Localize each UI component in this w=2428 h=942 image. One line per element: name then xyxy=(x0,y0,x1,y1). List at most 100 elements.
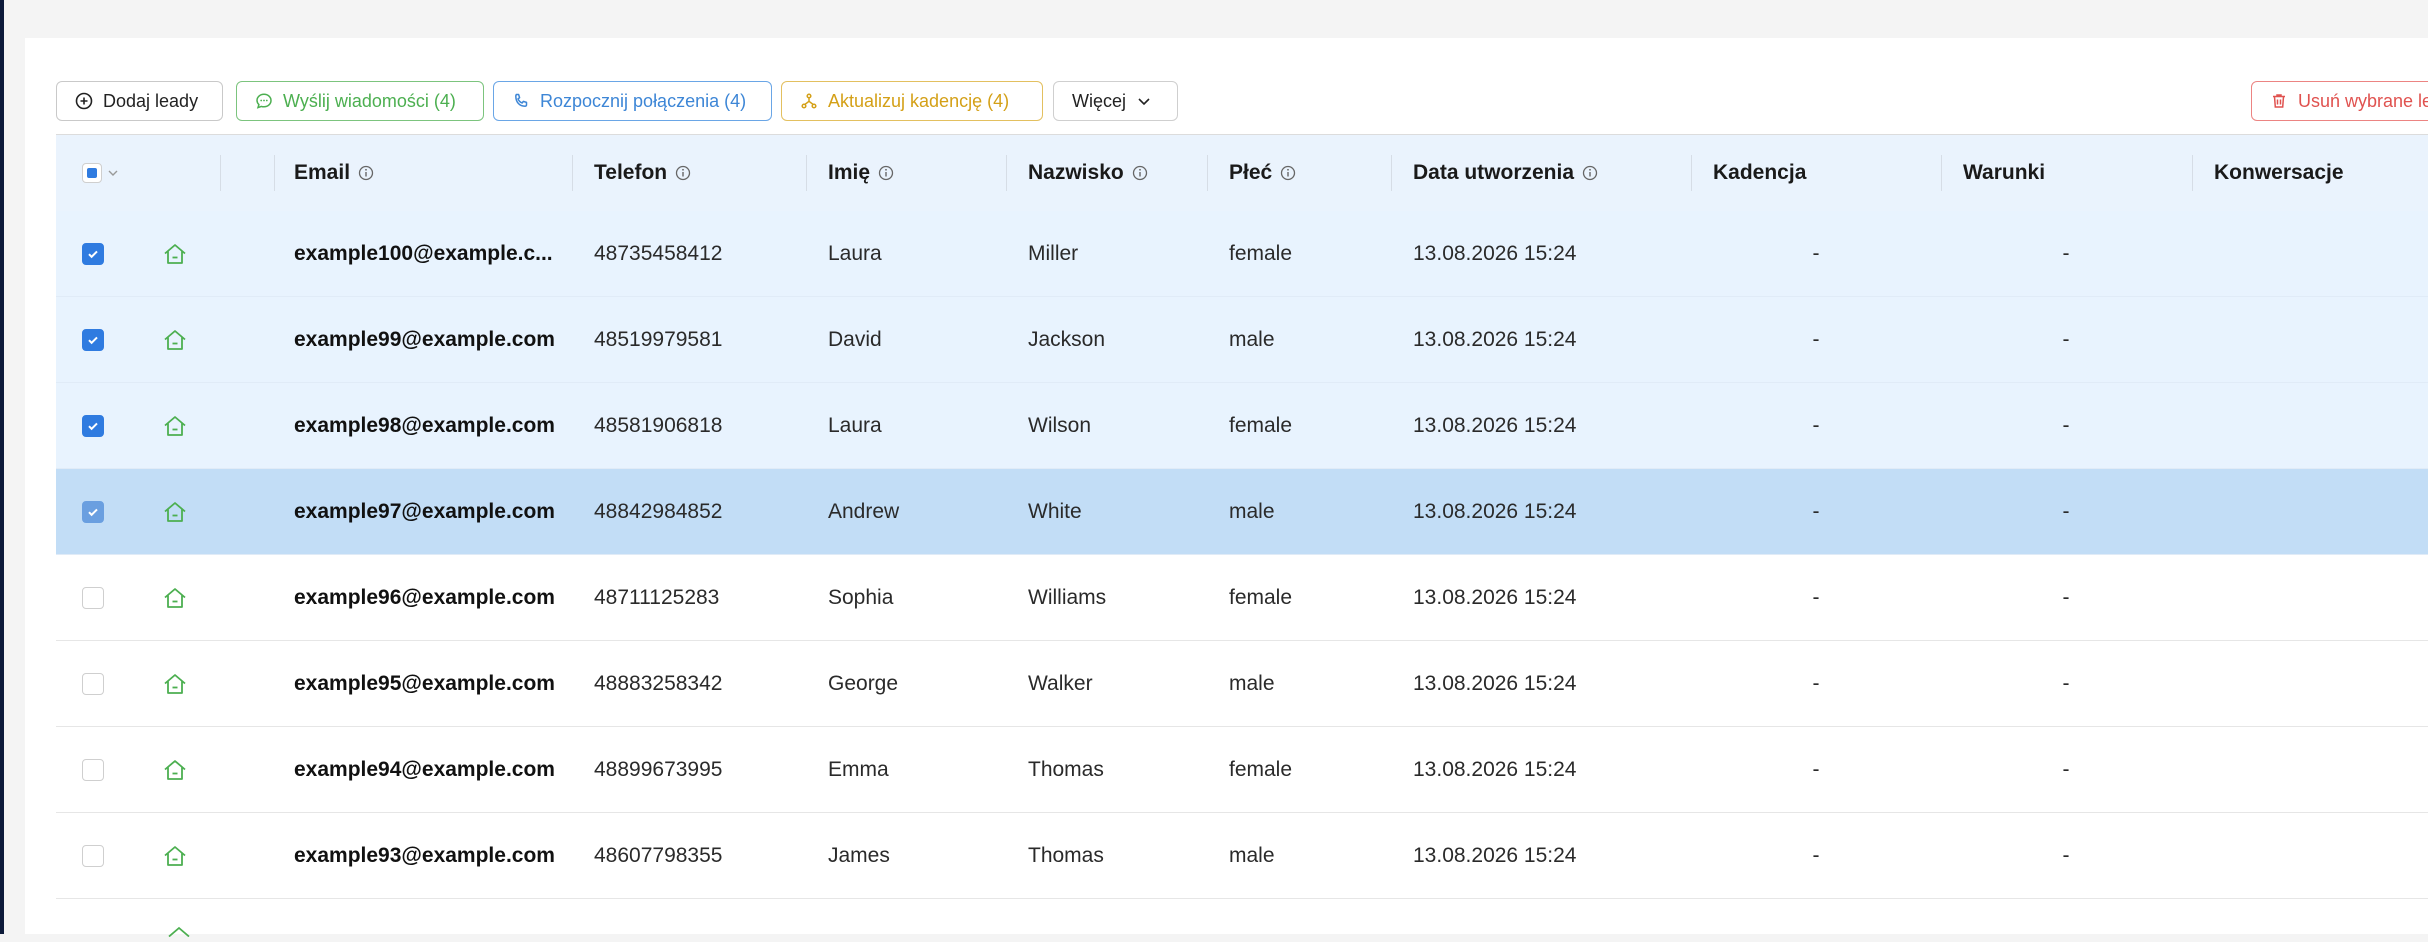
created-cell: 13.08.2026 15:24 xyxy=(1413,242,1577,265)
cadence-cell: - xyxy=(1812,586,1820,609)
table-row[interactable]: example97@example.com 48842984852 Andrew… xyxy=(56,469,2428,555)
email-cell[interactable]: example96@example.com xyxy=(294,555,555,641)
row-checkbox-checked[interactable] xyxy=(82,329,104,351)
created-cell: 13.08.2026 15:24 xyxy=(1413,844,1577,867)
row-checkbox[interactable] xyxy=(82,845,104,867)
home-icon xyxy=(162,641,188,727)
created-cell: 13.08.2026 15:24 xyxy=(1413,672,1577,695)
row-checkbox[interactable] xyxy=(82,759,104,781)
gender-cell: female xyxy=(1229,586,1293,609)
column-header-first-name[interactable]: Imię xyxy=(828,135,894,211)
phone-icon xyxy=(515,93,528,107)
column-header-gender[interactable]: Płeć xyxy=(1229,135,1296,211)
info-icon[interactable] xyxy=(1582,165,1598,181)
update-cadence-label: Aktualizuj kadencję (4) xyxy=(828,90,1010,111)
table-row-partial xyxy=(56,902,2428,938)
email-cell[interactable]: example97@example.com xyxy=(294,469,555,555)
row-checkbox-cell[interactable] xyxy=(82,641,104,727)
conditions-cell: - xyxy=(2062,242,2070,265)
row-checkbox[interactable] xyxy=(82,673,104,695)
more-actions-dropdown[interactable]: Więcej xyxy=(1053,81,1178,121)
column-separator xyxy=(2192,155,2193,191)
last-name-cell: White xyxy=(1028,500,1082,523)
info-icon[interactable] xyxy=(675,165,691,181)
row-checkbox-cell[interactable] xyxy=(82,555,104,641)
update-cadence-button[interactable]: Aktualizuj kadencję (4) xyxy=(781,81,1043,121)
gender-cell: male xyxy=(1229,672,1275,695)
cadence-cell: - xyxy=(1812,414,1820,437)
more-label: Więcej xyxy=(1072,90,1127,111)
last-name-cell: Williams xyxy=(1028,586,1107,609)
created-cell: 13.08.2026 15:24 xyxy=(1413,328,1577,351)
conditions-cell: - xyxy=(2062,500,2070,523)
cadence-cell: - xyxy=(1812,758,1820,781)
start-calls-button[interactable]: Rozpocznij połączenia (4) xyxy=(493,81,772,121)
info-icon[interactable] xyxy=(1280,165,1296,181)
column-separator xyxy=(806,155,807,191)
column-header-conversations[interactable]: Konwersacje xyxy=(2214,135,2344,211)
email-cell[interactable]: example95@example.com xyxy=(294,641,555,727)
table-row[interactable]: example95@example.com 48883258342 George… xyxy=(56,641,2428,727)
row-checkbox-cell[interactable] xyxy=(82,211,104,297)
column-separator xyxy=(220,155,221,191)
select-all-control[interactable] xyxy=(82,135,120,211)
column-header-email[interactable]: Email xyxy=(294,135,374,211)
left-edge-strip xyxy=(0,0,4,934)
chevron-down-icon[interactable] xyxy=(106,166,120,180)
last-name-cell: Walker xyxy=(1028,672,1093,695)
branch-icon xyxy=(801,93,817,109)
column-header-email-label: Email xyxy=(294,161,351,184)
row-checkbox-cell[interactable] xyxy=(82,383,104,469)
table-row[interactable]: example94@example.com 48899673995 Emma T… xyxy=(56,727,2428,813)
row-checkbox-checked[interactable] xyxy=(82,415,104,437)
plus-circle-icon xyxy=(75,92,93,110)
info-icon[interactable] xyxy=(358,165,374,181)
first-name-cell: James xyxy=(828,844,890,867)
row-checkbox-cell[interactable] xyxy=(82,297,104,383)
created-cell: 13.08.2026 15:24 xyxy=(1413,586,1577,609)
send-messages-button[interactable]: Wyślij wiadomości (4) xyxy=(236,81,484,121)
home-icon xyxy=(162,383,188,469)
row-checkbox-checked[interactable] xyxy=(82,243,104,265)
phone-cell: 48581906818 xyxy=(594,414,723,437)
conditions-cell: - xyxy=(2062,844,2070,867)
cadence-cell: - xyxy=(1812,844,1820,867)
email-cell[interactable]: example99@example.com xyxy=(294,297,555,383)
info-icon[interactable] xyxy=(1132,165,1148,181)
phone-cell: 48842984852 xyxy=(594,500,723,523)
email-cell[interactable]: example100@example.c... xyxy=(294,211,553,297)
row-checkbox[interactable] xyxy=(82,587,104,609)
column-header-created[interactable]: Data utworzenia xyxy=(1413,135,1598,211)
chat-bubble-icon xyxy=(256,93,272,109)
table-row[interactable]: example100@example.c... 48735458412 Laur… xyxy=(56,211,2428,297)
column-header-cadence-label: Kadencja xyxy=(1713,161,1807,184)
email-cell[interactable]: example93@example.com xyxy=(294,813,555,899)
column-header-conditions[interactable]: Warunki xyxy=(1963,135,2045,211)
phone-cell: 48899673995 xyxy=(594,758,723,781)
gender-cell: male xyxy=(1229,844,1275,867)
email-cell[interactable]: example94@example.com xyxy=(294,727,555,813)
column-header-phone[interactable]: Telefon xyxy=(594,135,691,211)
row-checkbox-checked[interactable] xyxy=(82,501,104,523)
add-leads-button[interactable]: Dodaj leady xyxy=(56,81,223,121)
row-checkbox-cell[interactable] xyxy=(82,813,104,899)
column-header-last-name[interactable]: Nazwisko xyxy=(1028,135,1148,211)
info-icon[interactable] xyxy=(878,165,894,181)
select-all-checkbox[interactable] xyxy=(82,163,102,183)
conditions-cell: - xyxy=(2062,672,2070,695)
send-messages-label: Wyślij wiadomości (4) xyxy=(283,90,456,111)
table-row[interactable]: example99@example.com 48519979581 David … xyxy=(56,297,2428,383)
row-checkbox-cell[interactable] xyxy=(82,469,104,555)
conditions-cell: - xyxy=(2062,586,2070,609)
phone-cell: 48607798355 xyxy=(594,844,723,867)
column-header-cadence[interactable]: Kadencja xyxy=(1713,135,1806,211)
delete-selected-button[interactable]: Usuń wybrane leady xyxy=(2251,81,2428,121)
table-row[interactable]: example98@example.com 48581906818 Laura … xyxy=(56,383,2428,469)
last-name-cell: Thomas xyxy=(1028,844,1104,867)
email-cell[interactable]: example98@example.com xyxy=(294,383,555,469)
table-row[interactable]: example93@example.com 48607798355 James … xyxy=(56,813,2428,899)
column-header-conversations-label: Konwersacje xyxy=(2214,161,2344,184)
row-checkbox-cell[interactable] xyxy=(82,727,104,813)
table-row[interactable]: example96@example.com 48711125283 Sophia… xyxy=(56,555,2428,641)
cadence-cell: - xyxy=(1812,242,1820,265)
